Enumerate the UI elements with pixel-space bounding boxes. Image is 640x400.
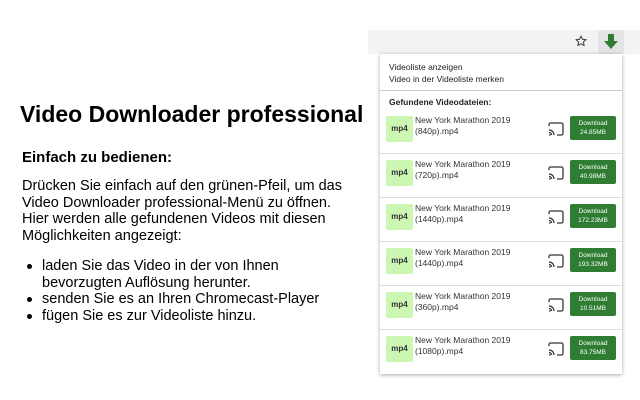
download-button-label: Download bbox=[578, 252, 608, 259]
download-button[interactable]: Download 83.75MB bbox=[570, 336, 616, 360]
star-icon[interactable] bbox=[574, 34, 588, 48]
promo-title: Video Downloader professional bbox=[20, 101, 364, 127]
download-button[interactable]: Download 172.23MB bbox=[570, 204, 616, 228]
mp4-badge: mp4 bbox=[386, 204, 413, 230]
cast-icon[interactable] bbox=[548, 298, 564, 312]
mp4-badge: mp4 bbox=[386, 160, 413, 186]
video-row: mp4 New York Marathon 2019 (1080p).mp4 D… bbox=[380, 330, 622, 374]
download-button-label: Download bbox=[578, 208, 608, 215]
downloader-popup: Videoliste anzeigen Video in der Videoli… bbox=[380, 54, 622, 374]
cast-icon[interactable] bbox=[548, 122, 564, 136]
video-row: mp4 New York Marathon 2019 (720p).mp4 Do… bbox=[380, 154, 622, 198]
download-button[interactable]: Download 24.85MB bbox=[570, 116, 616, 140]
promo-bullet: fügen Sie es zur Videoliste hinzu. bbox=[22, 308, 362, 325]
video-name: New York Marathon 2019 (1440p).mp4 bbox=[415, 247, 511, 268]
file-size: 193.32MB bbox=[578, 261, 608, 268]
promo-bullet-list: laden Sie das Video in der von Ihnen bev… bbox=[22, 258, 362, 324]
file-size: 172.23MB bbox=[578, 217, 608, 224]
video-name: New York Marathon 2019 (840p).mp4 bbox=[415, 115, 511, 136]
promo-bullet: senden Sie es an Ihren Chromecast-Player bbox=[22, 291, 362, 308]
file-size: 83.75MB bbox=[579, 349, 607, 356]
video-name: New York Marathon 2019 (720p).mp4 bbox=[415, 159, 511, 180]
mp4-badge: mp4 bbox=[386, 292, 413, 318]
download-arrow-icon[interactable] bbox=[601, 32, 621, 52]
menu-show-videolist[interactable]: Videoliste anzeigen bbox=[389, 62, 463, 72]
download-button-label: Download bbox=[578, 164, 608, 171]
promo-bullet: laden Sie das Video in der von Ihnen bev… bbox=[22, 258, 362, 291]
file-size: 10.51MB bbox=[579, 305, 607, 312]
cast-icon[interactable] bbox=[548, 254, 564, 268]
download-button-label: Download bbox=[578, 296, 608, 303]
download-button-label: Download bbox=[578, 340, 608, 347]
download-button-label: Download bbox=[578, 120, 608, 127]
download-button[interactable]: Download 10.51MB bbox=[570, 292, 616, 316]
video-row: mp4 New York Marathon 2019 (840p).mp4 Do… bbox=[380, 110, 622, 154]
video-name: New York Marathon 2019 (1080p).mp4 bbox=[415, 335, 511, 356]
found-videos-heading: Gefundene Videodateien: bbox=[389, 97, 492, 107]
file-size: 24.85MB bbox=[579, 129, 607, 136]
video-row: mp4 New York Marathon 2019 (1440p).mp4 D… bbox=[380, 198, 622, 242]
download-button[interactable]: Download 40.98MB bbox=[570, 160, 616, 184]
promo-subtitle: Einfach zu bedienen: bbox=[22, 149, 173, 166]
download-button[interactable]: Download 193.32MB bbox=[570, 248, 616, 272]
video-row: mp4 New York Marathon 2019 (1440p).mp4 D… bbox=[380, 242, 622, 286]
divider bbox=[380, 90, 622, 91]
video-name: New York Marathon 2019 (1440p).mp4 bbox=[415, 203, 511, 224]
mp4-badge: mp4 bbox=[386, 248, 413, 274]
mp4-badge: mp4 bbox=[386, 336, 413, 362]
cast-icon[interactable] bbox=[548, 210, 564, 224]
video-name: New York Marathon 2019 (360p).mp4 bbox=[415, 291, 511, 312]
file-size: 40.98MB bbox=[579, 173, 607, 180]
promo-body: Drücken Sie einfach auf den grünen-Pfeil… bbox=[22, 178, 342, 244]
cast-icon[interactable] bbox=[548, 342, 564, 356]
menu-remember-video[interactable]: Video in der Videoliste merken bbox=[389, 74, 504, 84]
cast-icon[interactable] bbox=[548, 166, 564, 180]
mp4-badge: mp4 bbox=[386, 116, 413, 142]
video-row: mp4 New York Marathon 2019 (360p).mp4 Do… bbox=[380, 286, 622, 330]
